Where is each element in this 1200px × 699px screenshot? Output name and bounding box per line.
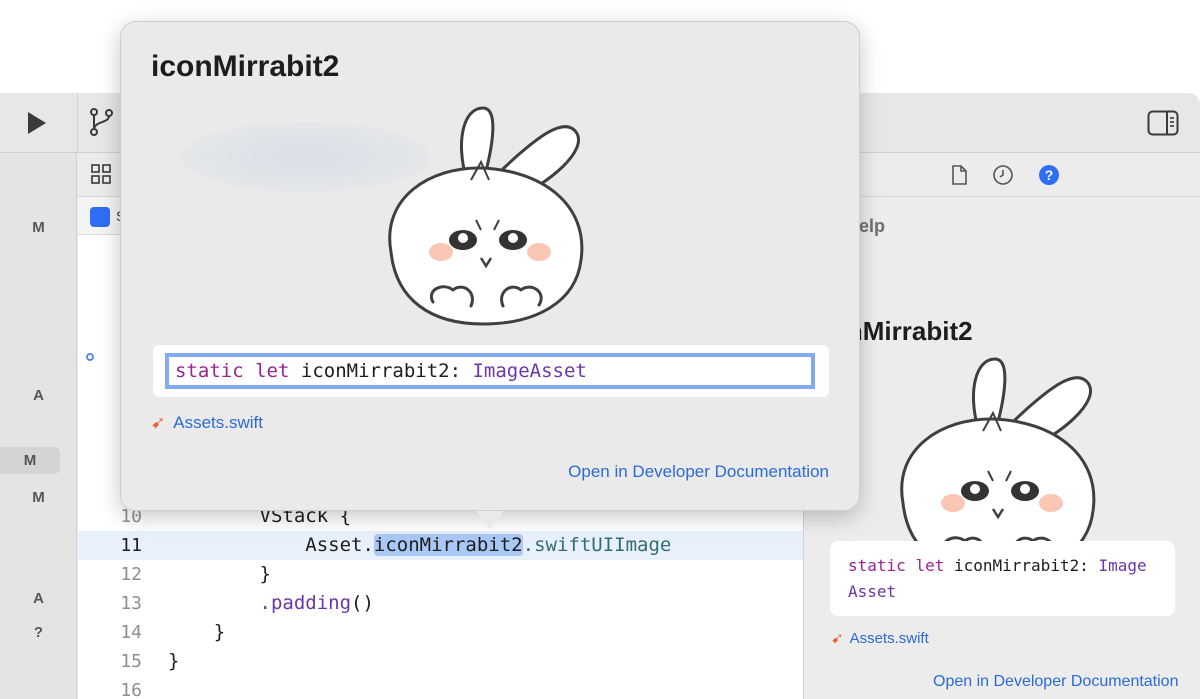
selected-symbol[interactable]: iconMirrabit2 (373, 534, 523, 556)
popover-declaration: static let iconMirrabit2: ImageAsset (153, 345, 829, 397)
code-line-current[interactable]: 11 Asset.iconMirrabit2.swiftUIImage (78, 531, 803, 560)
quick-help-popover: iconMirrabit2 static let iconMirrabit2: … (120, 21, 860, 511)
open-docs-link[interactable]: Open in Developer Documentation (568, 462, 829, 482)
swift-icon: ➹ (151, 413, 166, 432)
change-indicator-dot (86, 353, 94, 361)
file-link-label: Assets.swift (849, 630, 929, 647)
bunny-image (388, 106, 584, 326)
toolbar-divider (77, 93, 78, 153)
status-mark[interactable]: M (0, 219, 77, 236)
code-text: .padding() (168, 589, 374, 618)
grid-icon[interactable] (90, 163, 112, 185)
code-text: Asset.iconMirrabit2.swiftUIImage (168, 531, 671, 560)
line-number: 14 (120, 622, 142, 643)
code-line[interactable]: 15 } (78, 647, 803, 676)
line-number: 15 (120, 651, 142, 672)
decl-type[interactable]: Image (1098, 556, 1146, 575)
play-icon[interactable] (22, 109, 50, 137)
popover-arrow (476, 511, 504, 529)
line-number: 12 (120, 564, 142, 585)
status-mark[interactable]: ? (0, 624, 77, 641)
code-line[interactable]: 12 } (78, 560, 803, 589)
status-mark-selected[interactable]: M (0, 447, 60, 474)
code-text: } (168, 621, 226, 643)
keyword-static: static (848, 556, 906, 575)
open-docs-link[interactable]: Open in Developer Documentation (933, 673, 1178, 691)
code-line[interactable]: 14 } (78, 618, 803, 647)
code-line[interactable]: 13 .padding() (78, 589, 803, 618)
source-file-link[interactable]: ➹ Assets.swift (831, 629, 929, 647)
line-number: 13 (120, 593, 142, 614)
source-file-link[interactable]: ➹ Assets.swift (151, 413, 263, 433)
code-text: } (168, 563, 271, 585)
status-mark[interactable]: A (0, 590, 77, 607)
swift-icon: ➹ (831, 630, 844, 647)
status-mark[interactable]: A (0, 387, 77, 404)
inspector-toggle-icon[interactable] (1147, 110, 1179, 136)
decl-name: iconMirrabit2: (953, 556, 1089, 575)
decl-type[interactable]: ImageAsset (472, 360, 586, 382)
source-control-status-column: M A M M A ? (0, 153, 77, 699)
branch-icon[interactable] (89, 107, 115, 137)
decl-name: iconMirrabit2: (300, 360, 462, 382)
line-number: 16 (120, 680, 142, 699)
code-line[interactable]: 16 (78, 676, 803, 699)
line-number: 11 (120, 535, 142, 556)
declaration-focus-ring[interactable]: static let iconMirrabit2: ImageAsset (165, 353, 815, 389)
popover-title: iconMirrabit2 (151, 50, 340, 83)
code-prefix: Asset. (168, 534, 374, 556)
code-suffix: () (351, 592, 374, 614)
status-mark[interactable]: M (0, 489, 77, 506)
quick-help-content: k Help onMirrabit2 static let iconMirrab… (803, 153, 1200, 699)
code-prefix (168, 592, 260, 614)
code-member: .swiftUIImage (522, 534, 672, 556)
quick-help-declaration: static let iconMirrabit2: Image Asset (830, 541, 1175, 616)
keyword-let: let (915, 556, 945, 575)
keyword-static: static (175, 360, 244, 382)
code-method: .padding (259, 592, 352, 614)
keyword-let: let (255, 360, 290, 382)
file-link-label: Assets.swift (173, 413, 263, 432)
code-text: } (168, 650, 180, 672)
decl-type[interactable]: Asset (848, 582, 896, 601)
app-icon[interactable] (90, 207, 110, 227)
